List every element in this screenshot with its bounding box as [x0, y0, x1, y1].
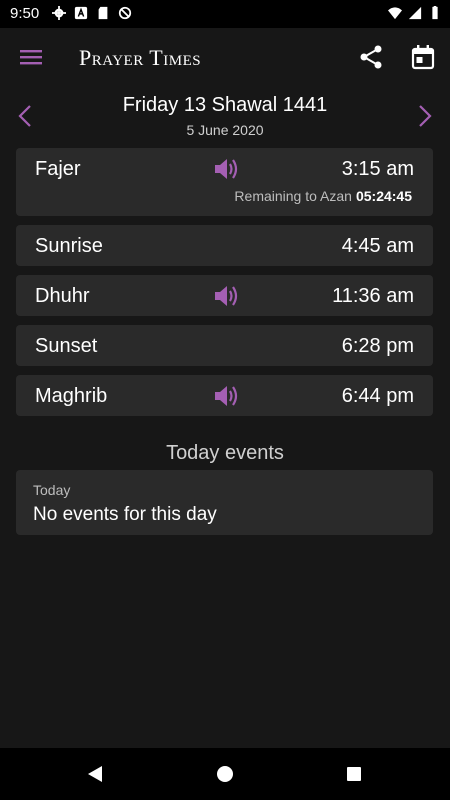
prayer-time: 3:15 am	[341, 158, 414, 180]
remaining-label: Remaining to Azan	[234, 188, 352, 204]
countdown: 05:24:45	[355, 188, 412, 204]
do-not-disturb-icon	[118, 6, 132, 20]
gregorian-date: 5 June 2020	[186, 122, 264, 138]
app-title: Prayer Times	[79, 45, 202, 70]
prayer-card-dhuhr[interactable]: Dhuhr 11:36 am	[16, 275, 433, 316]
prayer-time: 6:28 pm	[341, 335, 414, 357]
prayer-name: Fajer	[35, 158, 81, 180]
status-icons-left	[52, 6, 132, 20]
prayer-name: Sunrise	[35, 235, 103, 257]
prayer-name: Dhuhr	[35, 285, 90, 307]
home-icon[interactable]	[214, 763, 236, 785]
signal-icon	[408, 6, 422, 20]
remaining-to-azan: Remaining to Azan 05:24:45	[234, 188, 412, 204]
battery-icon	[432, 6, 438, 20]
status-time: 9:50	[10, 5, 40, 22]
calendar-icon[interactable]	[410, 44, 436, 70]
system-nav-bar	[0, 748, 450, 800]
date-header: Friday 13 Shawal 1441 5 June 2020	[0, 90, 450, 142]
status-icons-right	[388, 6, 442, 20]
events-card[interactable]: Today No events for this day	[16, 470, 433, 535]
menu-icon[interactable]	[18, 45, 44, 69]
prayer-time: 6:44 pm	[341, 385, 414, 407]
hijri-date: Friday 13 Shawal 1441	[122, 94, 328, 116]
prayer-time: 11:36 am	[332, 285, 414, 307]
chevron-right-icon[interactable]	[412, 103, 436, 129]
prayer-card-sunrise[interactable]: Sunrise 4:45 am	[16, 225, 433, 266]
back-icon[interactable]	[84, 763, 106, 785]
prayer-name: Sunset	[35, 335, 98, 357]
speaker-icon[interactable]	[213, 284, 239, 308]
recents-icon[interactable]	[343, 763, 365, 785]
app-bar: Prayer Times	[0, 28, 450, 86]
prayer-time: 4:45 am	[341, 235, 414, 257]
events-label: Today	[33, 482, 71, 498]
events-text: No events for this day	[33, 504, 217, 525]
prayer-card-sunset[interactable]: Sunset 6:28 pm	[16, 325, 433, 366]
prayer-name: Maghrib	[35, 385, 108, 407]
speaker-icon[interactable]	[213, 384, 239, 408]
sd-card-icon	[98, 6, 108, 20]
prayer-card-maghrib[interactable]: Maghrib 6:44 pm	[16, 375, 433, 416]
events-section-title: Today events	[166, 442, 284, 464]
gear-icon	[52, 6, 66, 20]
share-icon[interactable]	[358, 44, 384, 70]
status-bar: 9:50	[0, 0, 450, 28]
prayer-card-fajer[interactable]: Fajer 3:15 am Remaining to Azan 05:24:45	[16, 148, 433, 216]
speaker-icon[interactable]	[213, 157, 239, 181]
wifi-icon	[388, 7, 402, 20]
a-box-icon	[74, 6, 88, 20]
